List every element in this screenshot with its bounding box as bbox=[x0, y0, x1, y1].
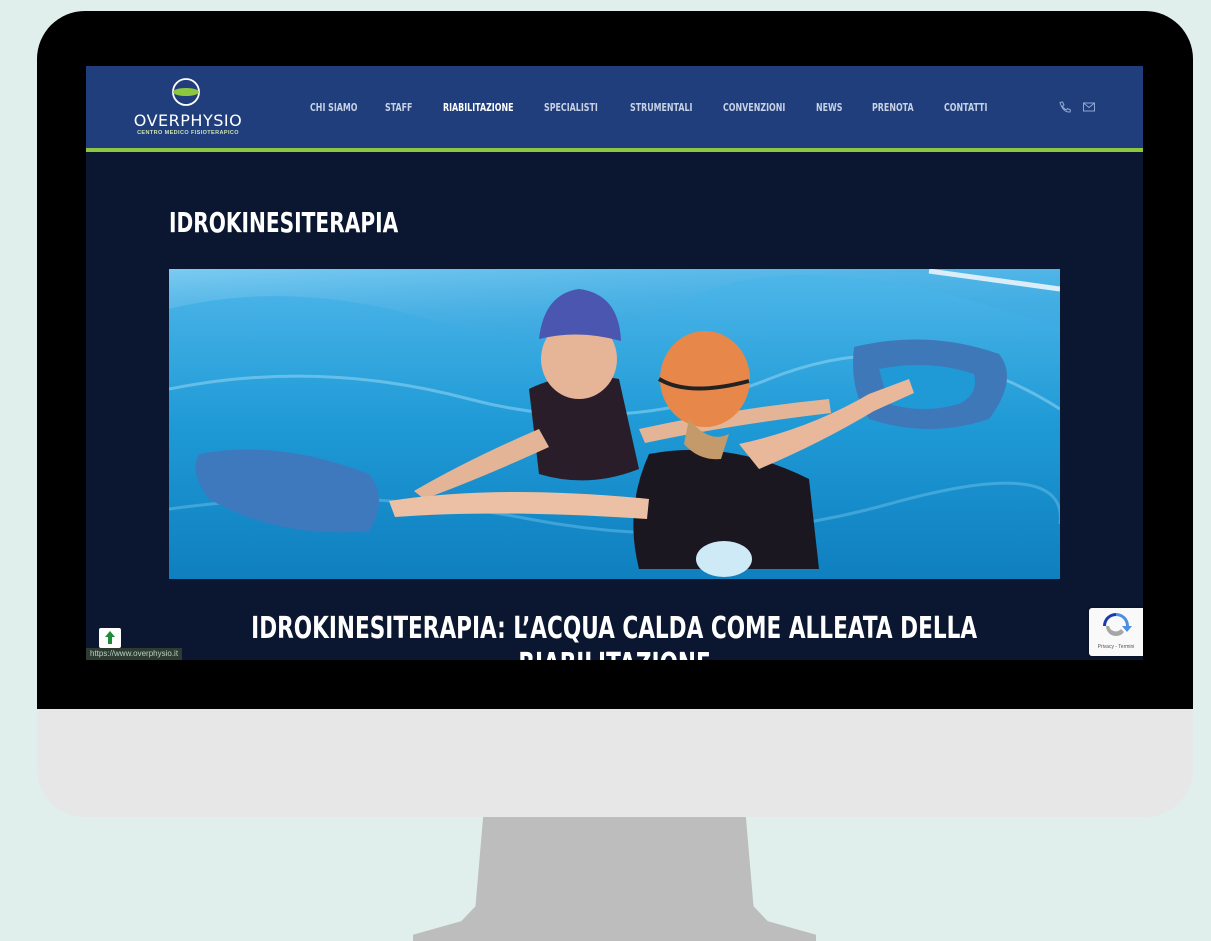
main-nav: CHI SIAMO STAFF RIABILITAZIONE SPECIALIS… bbox=[86, 66, 1143, 148]
nav-item-chi-siamo[interactable]: CHI SIAMO bbox=[310, 101, 358, 114]
article-heading-line-1: IDROKINESITERAPIA: L’ACQUA CALDA COME AL… bbox=[251, 611, 978, 646]
nav-item-strumentali[interactable]: STRUMENTALI bbox=[630, 101, 692, 114]
nav-item-staff[interactable]: STAFF bbox=[385, 101, 412, 114]
article-heading: IDROKINESITERAPIA: L’ACQUA CALDA COME AL… bbox=[86, 611, 1143, 660]
phone-icon[interactable] bbox=[1058, 101, 1072, 113]
nav-item-riabilitazione[interactable]: RIABILITAZIONE bbox=[443, 101, 514, 114]
site-header: OVERPHYSIO CENTRO MEDICO FISIOTERAPICO C… bbox=[86, 66, 1143, 148]
recaptcha-icon bbox=[1103, 613, 1132, 636]
nav-item-prenota[interactable]: PRENOTA bbox=[872, 101, 914, 114]
hero-image bbox=[169, 269, 1060, 579]
recaptcha-badge[interactable]: Privacy - Termini bbox=[1089, 608, 1143, 656]
status-bar-url: https://www.overphysio.it bbox=[86, 648, 183, 660]
scroll-to-top-button[interactable] bbox=[99, 628, 121, 648]
nav-item-contatti[interactable]: CONTATTI bbox=[944, 101, 987, 114]
article-heading-line-2: RIABILITAZIONE bbox=[518, 647, 710, 660]
monitor-stand bbox=[413, 817, 816, 941]
nav-item-news[interactable]: NEWS bbox=[816, 101, 842, 114]
recaptcha-privacy-terms[interactable]: Privacy - Termini bbox=[1089, 644, 1143, 650]
header-accent-line bbox=[86, 148, 1143, 152]
browser-viewport: OVERPHYSIO CENTRO MEDICO FISIOTERAPICO C… bbox=[86, 66, 1143, 660]
nav-item-convenzioni[interactable]: CONVENZIONI bbox=[723, 101, 785, 114]
monitor-chin bbox=[37, 709, 1193, 817]
mail-icon[interactable] bbox=[1082, 101, 1096, 113]
page-title: IDROKINESITERAPIA bbox=[169, 206, 399, 239]
arrow-up-icon bbox=[105, 631, 115, 644]
nav-item-specialisti[interactable]: SPECIALISTI bbox=[544, 101, 598, 114]
